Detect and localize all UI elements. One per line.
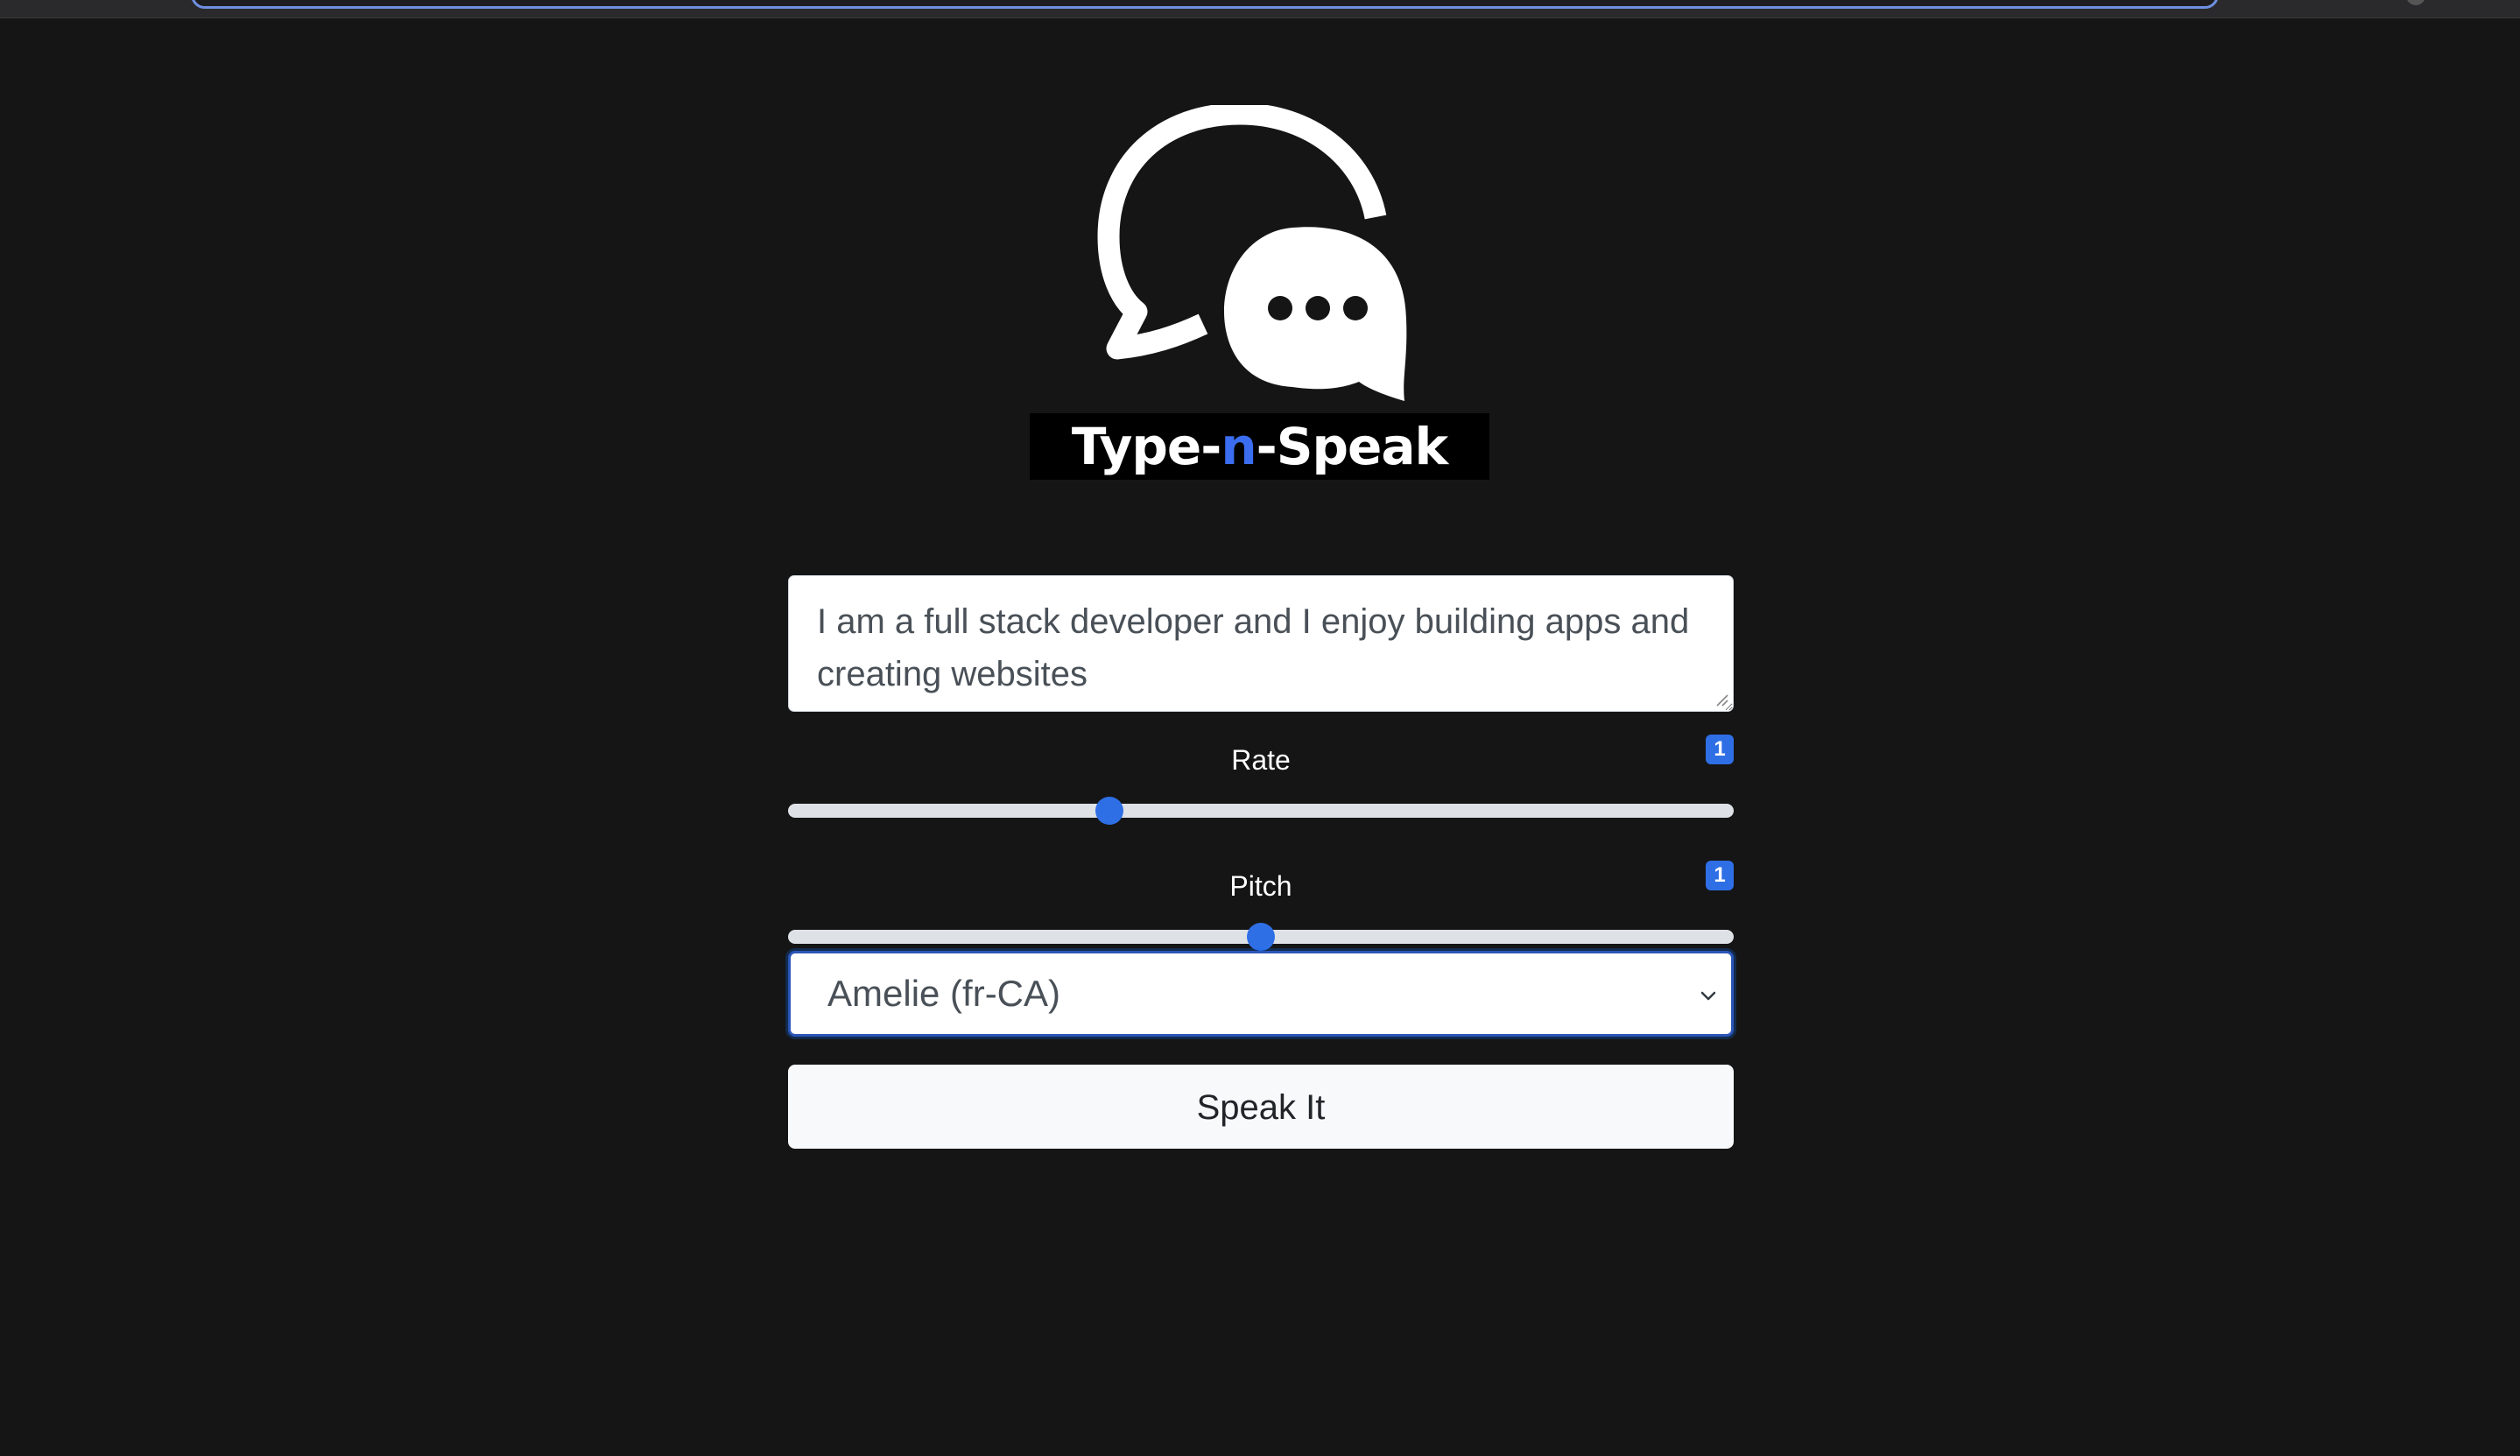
pitch-slider[interactable]: [788, 923, 1734, 951]
text-input[interactable]: I am a full stack developer and I enjoy …: [788, 575, 1734, 712]
pitch-control: Pitch 1: [788, 861, 1734, 957]
pitch-value-badge: 1: [1706, 861, 1734, 890]
browser-toolbar: [0, 0, 2520, 18]
pitch-slider-thumb[interactable]: [1247, 923, 1275, 951]
app-logo: Type-n-Speak: [1030, 105, 1489, 480]
rate-value-badge: 1: [1706, 735, 1734, 764]
text-input-wrapper: I am a full stack developer and I enjoy …: [788, 575, 1734, 712]
profile-avatar[interactable]: [2406, 0, 2425, 5]
pitch-label: Pitch: [1229, 870, 1292, 902]
voice-select-value: Amelie (fr-CA): [827, 973, 1061, 1014]
voice-select[interactable]: Amelie (fr-CA): [788, 951, 1734, 1037]
page: Type-n-Speak I am a full stack developer…: [0, 0, 2520, 1456]
rate-slider[interactable]: [788, 797, 1734, 825]
logo-title: Type-n-Speak: [1071, 417, 1448, 476]
speak-it-button[interactable]: Speak It: [788, 1065, 1734, 1149]
rate-control: Rate 1: [788, 735, 1734, 831]
logo-banner: Type-n-Speak: [1030, 413, 1489, 480]
address-bar[interactable]: [191, 0, 2219, 9]
chevron-down-icon: [1700, 991, 1716, 1001]
speech-form: I am a full stack developer and I enjoy …: [788, 575, 1734, 1149]
chat-bubbles-icon: [1097, 105, 1407, 401]
rate-slider-thumb[interactable]: [1095, 797, 1124, 825]
rate-label: Rate: [1231, 744, 1291, 776]
